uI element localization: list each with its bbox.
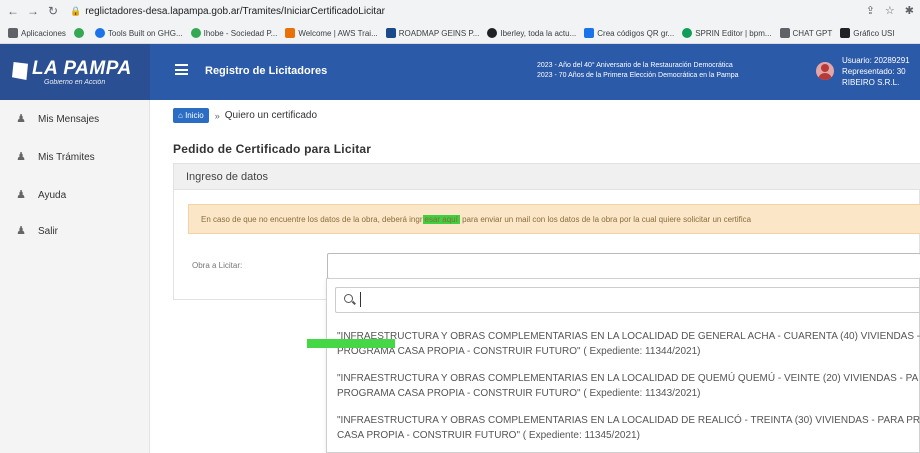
- dropdown-option[interactable]: "INFRAESTRUCTURA Y OBRAS COMPLEMENTARIAS…: [337, 371, 920, 401]
- bookmarks-bar: Aplicaciones Tools Built on GHG... Ihobe…: [0, 22, 920, 44]
- site-icon: [285, 28, 296, 38]
- bookmark-apps[interactable]: Aplicaciones: [8, 28, 66, 38]
- la-pampa-map-icon: [12, 62, 28, 80]
- app-header: LA PAMPA Gobierno en Acción Registro de …: [0, 44, 920, 100]
- reload-icon[interactable]: ↻: [46, 4, 60, 18]
- sidebar-item-ayuda[interactable]: ♟ Ayuda: [0, 176, 150, 214]
- bookmark-item[interactable]: Welcome | AWS Trai...: [285, 28, 378, 38]
- bookmark-item[interactable]: Iberley, toda la actu...: [487, 28, 576, 38]
- site-icon: [840, 28, 851, 38]
- user-avatar-icon[interactable]: [816, 62, 834, 80]
- dropdown-search-input[interactable]: [335, 287, 920, 313]
- dropdown-option[interactable]: "INFRAESTRUCTURA Y OBRAS COMPLEMENTARIAS…: [337, 329, 920, 359]
- bookmark-item[interactable]: Gráfico USI: [840, 28, 895, 38]
- search-icon: [344, 294, 353, 303]
- site-icon: [779, 28, 790, 38]
- page-title: Pedido de Certificado para Licitar: [173, 142, 372, 156]
- dropdown-option[interactable]: "INFRAESTRUCTURA Y OBRAS COMPLEMENTARIAS…: [337, 413, 920, 443]
- card-title: Ingreso de datos: [186, 171, 268, 183]
- bookmark-item[interactable]: Crea códigos QR gr...: [584, 28, 674, 38]
- alert-text: En caso de que no encuentre los datos de…: [201, 215, 752, 224]
- address-bar-url[interactable]: reglictadores-desa.lapampa.gob.ar/Tramit…: [85, 6, 385, 17]
- apps-grid-icon: [8, 28, 18, 38]
- bookmark-item[interactable]: CHAT GPT: [779, 28, 832, 38]
- card-header: Ingreso de datos: [174, 164, 920, 190]
- menu-toggle-icon[interactable]: [175, 64, 188, 75]
- breadcrumb-home-button[interactable]: ⌂ Inicio: [173, 108, 209, 123]
- info-alert: En caso de que no encuentre los datos de…: [188, 204, 920, 234]
- app-title: Registro de Licitadores: [205, 65, 328, 77]
- extension-icon[interactable]: ✱: [905, 4, 914, 17]
- site-icon: [487, 28, 498, 38]
- user-icon: ♟: [16, 189, 26, 201]
- obra-select[interactable]: [327, 253, 920, 279]
- obra-dropdown: "INFRAESTRUCTURA Y OBRAS COMPLEMENTARIAS…: [307, 278, 920, 453]
- breadcrumb: ⌂ Inicio » Quiero un certificado: [173, 108, 317, 123]
- browser-chrome: ← → ↻ 🔒 reglictadores-desa.lapampa.gob.a…: [0, 0, 920, 44]
- back-icon[interactable]: ←: [6, 4, 20, 18]
- site-icon: [584, 28, 595, 38]
- bookmark-item[interactable]: SPRIN Editor | bpm...: [682, 28, 772, 38]
- user-icon: ♟: [16, 151, 26, 163]
- share-icon[interactable]: ⇪: [866, 4, 875, 17]
- user-icon: ♟: [16, 113, 26, 125]
- sidebar-item-mis-tramites[interactable]: ♟ Mis Trámites: [0, 138, 150, 176]
- bookmark-item[interactable]: ROADMAP GEINS P...: [385, 28, 479, 38]
- address-bar-actions: ⇪ ☆ ✱: [866, 4, 914, 17]
- bookmark-item[interactable]: Ihobe - Sociedad P...: [190, 28, 277, 38]
- site-icon: [682, 28, 693, 38]
- alert-link[interactable]: esar aquí: [422, 215, 460, 224]
- text-caret: [360, 292, 361, 307]
- breadcrumb-separator: »: [214, 110, 220, 121]
- site-icon: [385, 28, 396, 38]
- site-icon: [190, 28, 201, 38]
- bookmark-item[interactable]: Tools Built on GHG...: [94, 28, 183, 38]
- sidebar-item-salir[interactable]: ♟ Salir: [0, 212, 150, 250]
- address-bar-row: ← → ↻ 🔒 reglictadores-desa.lapampa.gob.a…: [0, 0, 920, 22]
- lock-icon[interactable]: 🔒: [70, 6, 81, 17]
- site-icon: [94, 28, 105, 38]
- forward-icon[interactable]: →: [26, 4, 40, 18]
- logo-subtitle: Gobierno en Acción: [44, 79, 106, 86]
- user-info[interactable]: Usuario: 20289291 Representado: 30 RIBEI…: [842, 55, 910, 88]
- user-icon: ♟: [16, 225, 26, 237]
- breadcrumb-current: Quiero un certificado: [224, 110, 318, 121]
- bookmark-item[interactable]: [73, 28, 87, 38]
- header-notice: 2023 - Año del 40° Aniversario de la Res…: [537, 62, 739, 79]
- site-icon: [73, 28, 84, 38]
- bookmark-star-icon[interactable]: ☆: [885, 4, 895, 17]
- sidebar: ♟ Mis Mensajes ♟ Mis Trámites ♟ Ayuda ♟ …: [0, 100, 150, 453]
- sidebar-item-mis-mensajes[interactable]: ♟ Mis Mensajes: [0, 100, 150, 138]
- obra-label: Obra a Licitar:: [192, 261, 243, 270]
- logo[interactable]: LA PAMPA Gobierno en Acción: [0, 44, 150, 100]
- logo-text: LA PAMPA: [32, 58, 132, 79]
- green-highlight: [307, 339, 395, 348]
